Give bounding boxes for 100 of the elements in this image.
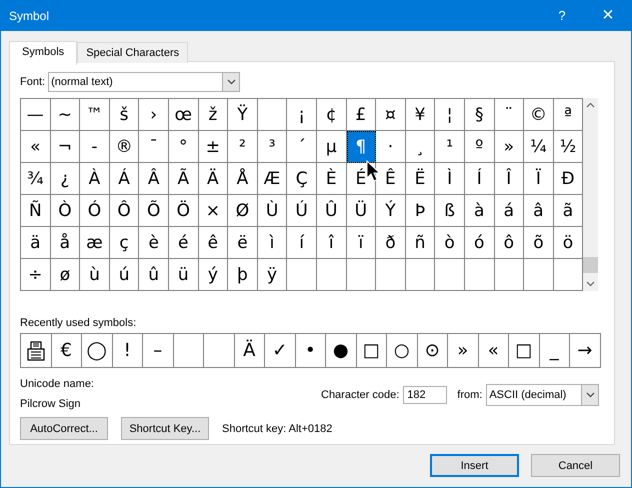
symbol-cell[interactable] <box>258 99 288 131</box>
symbol-cell[interactable]: ¦ <box>435 99 465 131</box>
symbol-cell[interactable]: ì <box>258 227 288 259</box>
symbol-cell[interactable]: ž <box>198 99 228 131</box>
symbol-cell[interactable]: é <box>168 227 199 259</box>
symbol-cell[interactable]: ® <box>110 131 140 163</box>
symbol-cell[interactable]: ² <box>228 131 258 163</box>
symbol-cell[interactable]: » <box>494 131 524 163</box>
symbol-cell[interactable]: Ï <box>524 163 554 195</box>
symbol-cell[interactable]: ¹ <box>435 131 465 163</box>
symbol-cell[interactable]: ä <box>21 227 51 259</box>
symbol-cell[interactable]: Á <box>110 163 140 195</box>
symbol-cell[interactable]: ´ <box>287 131 317 163</box>
symbol-cell[interactable]: Ó <box>80 195 110 227</box>
symbol-cell[interactable]: æ <box>80 227 110 259</box>
symbol-cell[interactable]: › <box>139 99 169 131</box>
scrollbar[interactable] <box>583 98 598 291</box>
symbol-cell[interactable] <box>287 259 317 291</box>
symbol-cell[interactable]: ê <box>198 227 228 259</box>
symbol-cell[interactable]: ¿ <box>50 163 80 195</box>
symbol-cell[interactable]: Î <box>494 163 524 195</box>
symbol-cell[interactable]: ¡ <box>287 99 317 131</box>
symbol-cell[interactable]: À <box>80 163 110 195</box>
symbol-cell[interactable]: þ <box>228 259 258 291</box>
symbol-cell[interactable]: ¢ <box>316 99 347 131</box>
symbol-cell[interactable]: å <box>50 227 80 259</box>
symbol-cell[interactable]: - <box>80 131 110 163</box>
symbol-cell[interactable]: ¬ <box>50 131 80 163</box>
cancel-button[interactable]: Cancel <box>531 454 620 477</box>
tab[interactable]: Special Characters <box>77 42 188 63</box>
symbol-cell[interactable]: Æ <box>258 163 288 195</box>
symbol-cell[interactable]: Ù <box>258 195 288 227</box>
symbol-cell[interactable]: § <box>464 99 494 131</box>
symbol-cell[interactable]: Ã <box>168 163 199 195</box>
symbol-cell[interactable]: è <box>139 227 169 259</box>
symbol-cell[interactable]: Ä <box>198 163 228 195</box>
symbol-cell[interactable] <box>376 259 406 291</box>
symbol-cell[interactable]: ° <box>168 131 199 163</box>
tab[interactable]: Symbols <box>9 41 78 65</box>
symbol-cell[interactable]: · <box>376 131 406 163</box>
symbol-cell[interactable]: Ñ <box>21 195 51 227</box>
symbol-cell[interactable]: Ë <box>406 163 436 195</box>
symbol-cell[interactable]: Ô <box>110 195 140 227</box>
symbol-cell[interactable] <box>346 259 376 291</box>
symbol-cell[interactable]: Ø <box>228 195 258 227</box>
symbol-cell[interactable]: ± <box>198 131 228 163</box>
symbol-cell[interactable]: ¥ <box>406 99 436 131</box>
symbol-cell[interactable] <box>464 259 494 291</box>
symbol-cell[interactable]: ñ <box>406 227 436 259</box>
symbol-cell[interactable]: â <box>524 195 554 227</box>
close-button[interactable]: × <box>585 4 631 27</box>
symbol-cell[interactable]: ³ <box>258 131 288 163</box>
symbol-cell[interactable]: ¼ <box>524 131 554 163</box>
symbol-cell[interactable]: Û <box>316 195 347 227</box>
symbol-cell[interactable]: ý <box>198 259 228 291</box>
symbol-cell[interactable]: à <box>464 195 494 227</box>
symbol-cell[interactable]: Ö <box>168 195 199 227</box>
symbol-cell[interactable]: Õ <box>139 195 169 227</box>
shortcut-key-button[interactable]: Shortcut Key... <box>121 417 209 440</box>
symbol-cell[interactable] <box>524 259 554 291</box>
symbol-cell[interactable]: « <box>21 131 51 163</box>
symbol-cell[interactable]: ò <box>435 227 465 259</box>
symbol-cell[interactable]: ü <box>168 259 199 291</box>
symbol-cell[interactable]: ô <box>494 227 524 259</box>
symbol-cell[interactable]: ¨ <box>494 99 524 131</box>
symbol-cell[interactable]: Ç <box>287 163 317 195</box>
symbol-cell[interactable]: š <box>110 99 140 131</box>
symbol-cell[interactable]: œ <box>168 99 199 131</box>
symbol-cell[interactable]: ú <box>110 259 140 291</box>
symbol-cell[interactable]: ~ <box>50 99 80 131</box>
symbol-cell[interactable]: È <box>316 163 347 195</box>
symbol-cell[interactable]: ¯ <box>139 131 169 163</box>
symbol-cell[interactable]: Í <box>464 163 494 195</box>
symbol-cell[interactable]: ï <box>346 227 376 259</box>
symbol-cell[interactable]: © <box>524 99 554 131</box>
symbol-cell[interactable]: î <box>316 227 347 259</box>
symbol-cell[interactable]: ë <box>228 227 258 259</box>
symbol-cell[interactable]: á <box>494 195 524 227</box>
symbol-cell[interactable]: û <box>139 259 169 291</box>
symbol-cell[interactable] <box>406 259 436 291</box>
symbol-cell[interactable] <box>494 259 524 291</box>
symbol-cell[interactable]: Ü <box>346 195 376 227</box>
symbol-cell[interactable]: ÷ <box>21 259 51 291</box>
scrollbar-thumb[interactable] <box>583 257 598 273</box>
symbol-cell[interactable]: õ <box>524 227 554 259</box>
symbol-cell[interactable]: Ý <box>376 195 406 227</box>
symbol-cell[interactable]: º <box>464 131 494 163</box>
symbol-cell[interactable]: Â <box>139 163 169 195</box>
symbol-cell[interactable]: × <box>198 195 228 227</box>
insert-button[interactable]: Insert <box>430 454 519 477</box>
symbol-cell[interactable]: ™ <box>80 99 110 131</box>
symbol-cell[interactable]: — <box>21 99 51 131</box>
font-dropdown[interactable]: (normal text) <box>48 72 240 92</box>
symbol-cell[interactable]: ¾ <box>21 163 51 195</box>
from-dropdown[interactable]: ASCII (decimal) <box>486 384 600 406</box>
autocorrect-button[interactable]: AutoCorrect... <box>20 417 108 440</box>
symbol-cell[interactable]: ø <box>50 259 80 291</box>
symbol-cell[interactable] <box>316 259 347 291</box>
symbol-cell[interactable]: ÿ <box>258 259 288 291</box>
character-code-field[interactable]: 182 <box>403 386 448 404</box>
